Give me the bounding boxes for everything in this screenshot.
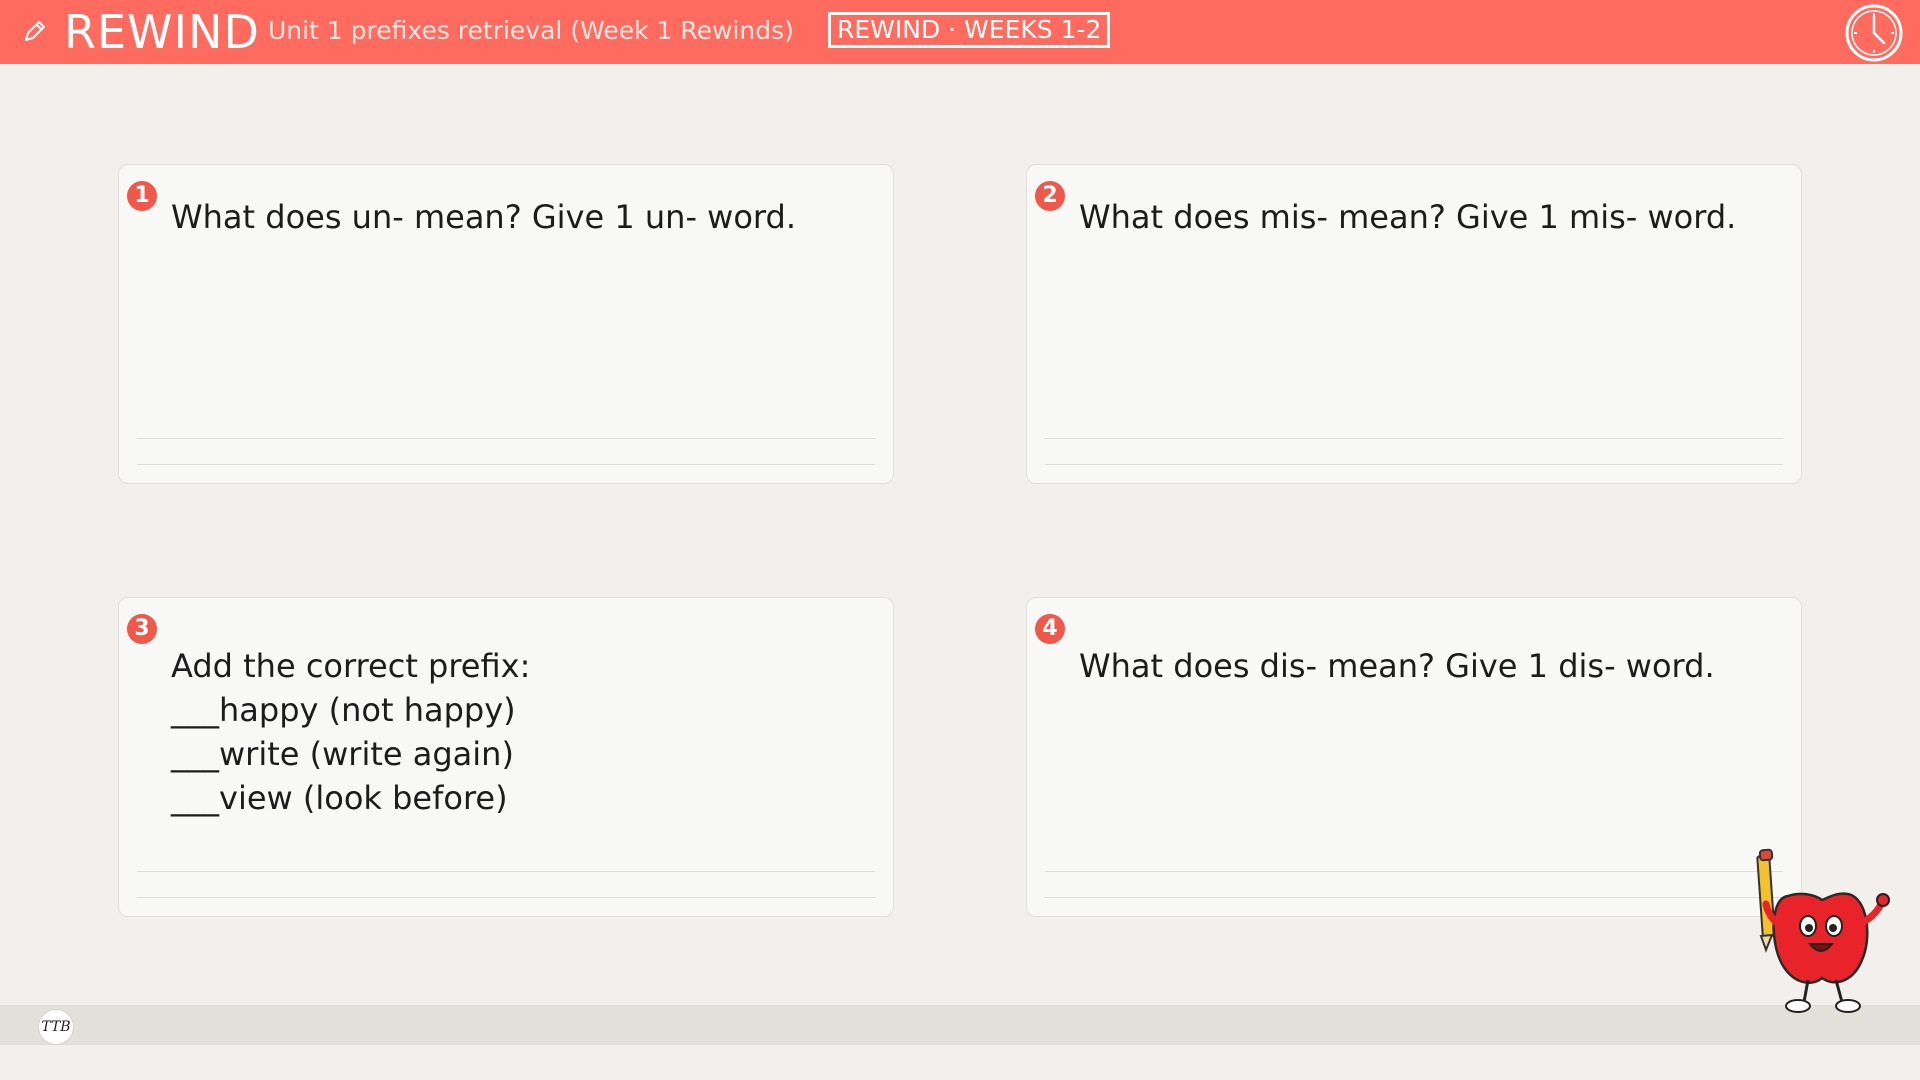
answer-line [137, 871, 875, 872]
app-title: REWIND [64, 5, 260, 59]
lesson-subtitle: Unit 1 prefixes retrieval (Week 1 Rewind… [268, 16, 794, 45]
prefix-item: ___view (look before) [171, 779, 508, 817]
answer-line [1045, 438, 1783, 439]
footer-bar: TTB [0, 1005, 1920, 1045]
weeks-badge: REWIND · WEEKS 1-2 [828, 12, 1111, 48]
timer-icon[interactable] [1844, 3, 1904, 63]
answer-line [137, 464, 875, 465]
top-bar: REWIND Unit 1 prefixes retrieval (Week 1… [0, 0, 1920, 64]
question-text: What does un- mean? Give 1 un- word. [171, 198, 796, 236]
question-number-badge: 1 [127, 181, 157, 211]
question-card-3: 3 Add the correct prefix: ___happy (not … [118, 597, 894, 917]
apple-mascot-icon [1756, 848, 1890, 1013]
question-text: Add the correct prefix: ___happy (not ha… [171, 644, 871, 820]
question-instruction: Add the correct prefix: [171, 647, 531, 685]
prefix-item: ___write (write again) [171, 735, 514, 773]
question-card-1: 1 What does un- mean? Give 1 un- word. [118, 164, 894, 484]
answer-line [1045, 464, 1783, 465]
prefix-item: ___happy (not happy) [171, 691, 516, 729]
question-text: What does dis- mean? Give 1 dis- word. [1079, 647, 1715, 685]
question-card-2: 2 What does mis- mean? Give 1 mis- word. [1026, 164, 1802, 484]
ttb-logo: TTB [38, 1009, 74, 1045]
question-number-badge: 3 [127, 614, 157, 644]
question-card-4: 4 What does dis- mean? Give 1 dis- word. [1026, 597, 1802, 917]
question-text: What does mis- mean? Give 1 mis- word. [1079, 198, 1737, 236]
question-number-badge: 2 [1035, 181, 1065, 211]
answer-line [137, 897, 875, 898]
answer-line [137, 438, 875, 439]
answer-line [1045, 897, 1783, 898]
question-number-badge: 4 [1035, 614, 1065, 644]
answer-line [1045, 871, 1783, 872]
pencil-icon [25, 21, 45, 41]
